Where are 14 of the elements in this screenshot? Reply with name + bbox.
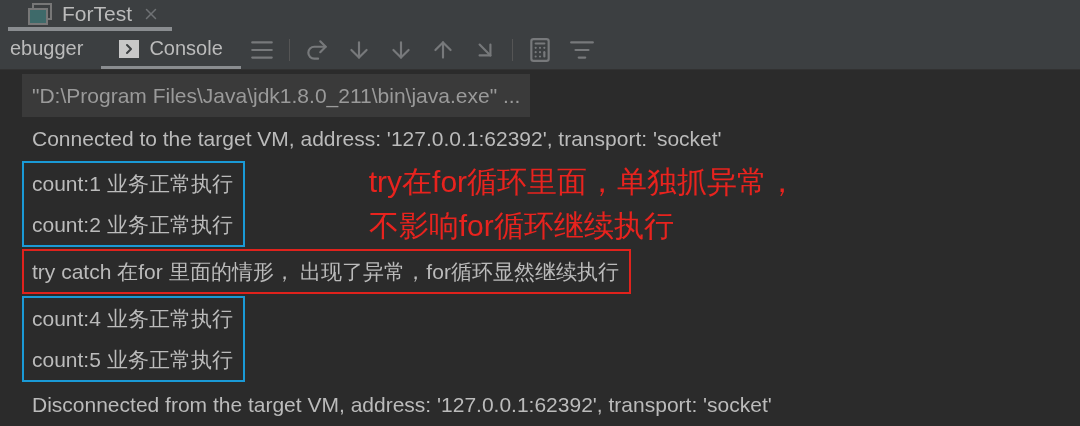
console-icon bbox=[119, 39, 140, 58]
console-line: try catch 在for 里面的情形， 出现了异常，for循环显然继续执行 bbox=[31, 258, 619, 285]
annotation-text: 不影响for循环继续执行 bbox=[368, 208, 675, 244]
tool-tab[interactable]: Console bbox=[101, 31, 241, 69]
console-line: count:2 业务正常执行 bbox=[31, 211, 233, 238]
window-icon bbox=[28, 2, 52, 25]
console-line: Connected to the target VM, address: '127.0.0.1:62392', transport: 'socket' bbox=[31, 125, 723, 152]
tab-title: ForTest bbox=[62, 1, 132, 26]
console-line: count:5 业务正常执行 bbox=[31, 346, 233, 373]
console-line: count:1 业务正常执行 bbox=[31, 170, 233, 197]
annotation-text: try在for循环里面，单独抓异常， bbox=[368, 164, 798, 200]
console-line: count:4 业务正常执行 bbox=[31, 305, 233, 332]
tool-tab[interactable]: ebugger bbox=[0, 31, 102, 69]
console-line: Disconnected from the target VM, address: '127.0.0.1:62392', transport: 'socket' bbox=[31, 391, 773, 418]
